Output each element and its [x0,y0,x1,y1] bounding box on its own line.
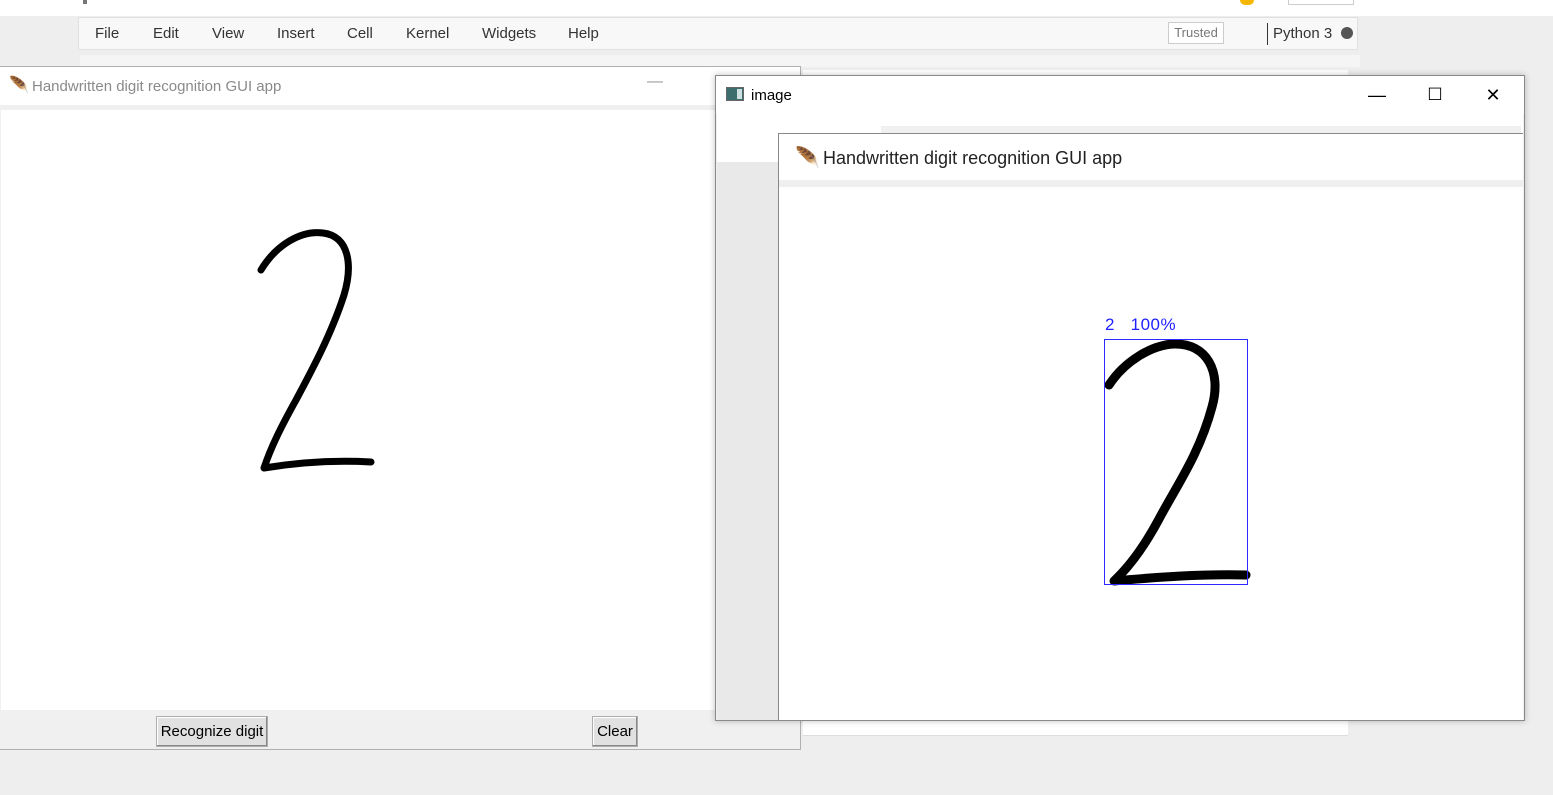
feather-icon: 🪶 [795,147,820,169]
image-window: image — ☐ ✕ 🪶 Handwritten digit recognit… [715,75,1525,721]
trusted-badge[interactable]: Trusted [1168,22,1224,44]
menu-insert[interactable]: Insert [277,25,315,42]
clear-button[interactable]: Clear [592,716,638,747]
minimize-button[interactable]: — [1354,82,1400,108]
digit-app-titlebar[interactable]: 🪶 Handwritten digit recognition GUI app … [0,67,800,105]
menu-view[interactable]: View [212,25,244,42]
drawing-canvas[interactable] [1,110,798,710]
captured-canvas: 2 100% [779,187,1523,720]
kernel-status-icon [1341,27,1353,39]
menu-edit[interactable]: Edit [153,25,179,42]
image-content: 🪶 Handwritten digit recognition GUI app … [717,114,1523,720]
prediction-bounding-box [1104,339,1248,585]
captured-digit-app-window: 🪶 Handwritten digit recognition GUI app … [778,133,1523,720]
jupyter-menubar: File Edit View Insert Cell Kernel Widget… [78,17,1358,50]
digit-app-title: Handwritten digit recognition GUI app [32,78,282,95]
captured-divider [779,180,1523,187]
image-window-titlebar[interactable]: image — ☐ ✕ [716,76,1524,114]
jupyter-header-mark [83,0,87,4]
minimize-button[interactable]: — [647,73,663,91]
captured-title: Handwritten digit recognition GUI app [823,148,1123,168]
kernel-separator [1267,23,1268,45]
handwritten-digit-drawing [257,229,375,472]
recognize-digit-button[interactable]: Recognize digit [156,716,268,747]
prediction-confidence: 100% [1130,315,1177,334]
menu-widgets[interactable]: Widgets [482,25,536,42]
maximize-button[interactable]: ☐ [1412,82,1458,108]
menu-file[interactable]: File [95,25,119,42]
menu-cell[interactable]: Cell [347,25,373,42]
prediction-label: 2 100% [1105,315,1176,335]
menu-help[interactable]: Help [568,25,599,42]
close-button[interactable]: ✕ [1470,82,1516,108]
image-window-icon [726,87,744,101]
menu-kernel[interactable]: Kernel [406,25,449,42]
feather-icon: 🪶 [9,77,29,94]
digit-app-window: 🪶 Handwritten digit recognition GUI app … [0,66,801,750]
kernel-name: Python 3 [1273,25,1333,42]
image-window-title: image [751,87,792,104]
captured-titlebar: 🪶 Handwritten digit recognition GUI app [779,134,1523,180]
jupyter-header-input[interactable] [1288,0,1354,5]
predicted-digit: 2 [1105,315,1115,334]
